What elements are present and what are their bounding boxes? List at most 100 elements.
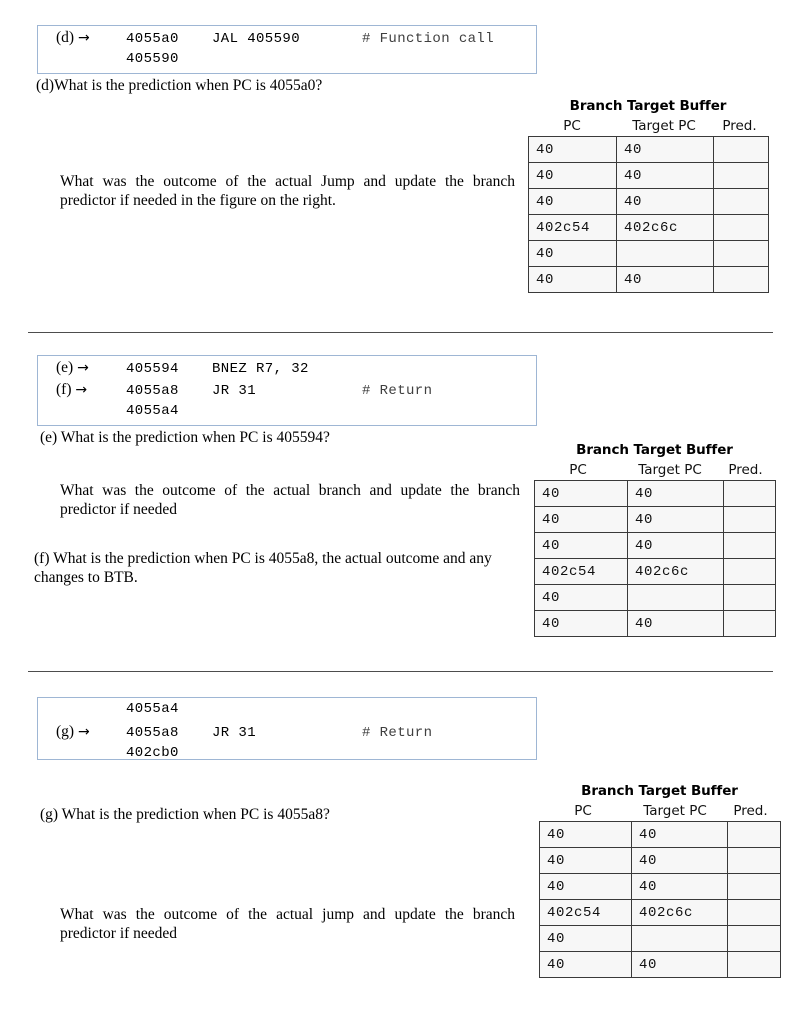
cell-pred[interactable] [727,925,781,952]
btb-grid: 40 40 40 40 40 40 402c54 402c6c 40 40 40 [539,821,781,978]
cell-pc[interactable]: 402c54 [539,899,632,926]
cell-pc[interactable]: 40 [534,532,628,559]
table-row: 40 40 [528,266,769,293]
cell-pred[interactable] [723,506,776,533]
cell-target-pc[interactable]: 40 [631,873,728,900]
code-line: 402cb0 [38,745,536,767]
btb-header-pred: Pred. [728,462,763,478]
code-line-tag: (e) → [38,359,126,377]
cell-target-pc[interactable]: 402c6c [631,899,728,926]
code-address: 4055a8 [126,725,179,741]
code-instruction: BNEZ R7, 32 [212,361,309,377]
cell-pred[interactable] [723,480,776,507]
cell-target-pc[interactable]: 402c6c [616,214,714,241]
code-line-label: (g) [56,723,75,740]
table-row: 402c54 402c6c [539,899,781,926]
cell-target-pc[interactable]: 40 [631,951,728,978]
code-address: 4055a8 [126,383,179,399]
code-comment: # Return [362,383,433,399]
table-row: 40 40 [528,188,769,215]
btb-header-pred: Pred. [722,118,757,134]
btb-table-d: Branch Target Buffer PC Target PC Pred. … [528,98,769,293]
cell-pred[interactable] [713,162,769,189]
cell-target-pc[interactable]: 40 [627,506,724,533]
cell-pred[interactable] [727,821,781,848]
cell-pc[interactable]: 402c54 [528,214,617,241]
code-comment: # Return [362,725,433,741]
cell-pc[interactable]: 40 [528,162,617,189]
table-row: 40 40 [528,136,769,163]
cell-pred[interactable] [713,214,769,241]
code-address: 402cb0 [126,745,179,761]
code-comment: # Function call [362,31,495,47]
table-row: 40 [528,240,769,267]
cell-pred[interactable] [713,136,769,163]
table-row: 40 40 [539,847,781,874]
table-row: 40 40 [534,506,776,533]
btb-header-row: PC Target PC Pred. [534,462,775,478]
cell-target-pc[interactable]: 40 [631,847,728,874]
arrow-icon: → [75,382,88,398]
cell-pc[interactable]: 40 [528,266,617,293]
table-row: 40 40 [534,610,776,637]
code-instruction: JR 31 [212,383,257,399]
cell-pc[interactable]: 40 [539,847,632,874]
cell-pc[interactable]: 40 [528,240,617,267]
cell-pc[interactable]: 40 [539,925,632,952]
document-page: (d) → 4055a0 JAL 405590 # Function call … [0,0,808,1024]
cell-target-pc[interactable]: 40 [616,188,714,215]
table-row: 40 40 [528,162,769,189]
cell-pred[interactable] [727,899,781,926]
cell-pred[interactable] [727,873,781,900]
cell-target-pc[interactable]: 40 [627,532,724,559]
code-box-g: 4055a4 (g) → 4055a8 JR 31 # Return 402cb… [37,697,537,761]
section-separator [28,671,773,672]
code-line: 4055a4 [38,403,536,425]
code-line-tag: (f) → [38,381,126,399]
cell-pred[interactable] [723,558,776,585]
cell-target-pc[interactable]: 402c6c [627,558,724,585]
cell-target-pc[interactable]: 40 [616,162,714,189]
cell-pred[interactable] [713,266,769,293]
cell-pc[interactable]: 402c54 [534,558,628,585]
cell-target-pc[interactable]: 40 [627,480,724,507]
table-row: 40 40 [539,821,781,848]
cell-target-pc[interactable]: 40 [631,821,728,848]
code-line: (g) → 4055a8 JR 31 # Return [38,723,536,745]
cell-target-pc[interactable]: 40 [627,610,724,637]
table-row: 40 40 [539,951,781,978]
code-address: 405594 [126,361,179,377]
btb-header-row: PC Target PC Pred. [539,803,780,819]
section-separator [28,332,773,333]
code-line-label: (d) [56,29,75,46]
cell-pred[interactable] [727,847,781,874]
code-line-tag: (d) → [38,29,126,47]
cell-pc[interactable]: 40 [528,188,617,215]
cell-pc[interactable]: 40 [534,584,628,611]
btb-header-pc: PC [569,462,587,478]
cell-target-pc[interactable] [627,584,724,611]
cell-pred[interactable] [713,188,769,215]
cell-pc[interactable]: 40 [534,506,628,533]
cell-pred[interactable] [713,240,769,267]
table-row: 40 [534,584,776,611]
cell-pred[interactable] [723,532,776,559]
btb-grid: 40 40 40 40 40 40 402c54 402c6c 40 40 40 [534,480,776,637]
cell-pc[interactable]: 40 [539,821,632,848]
cell-pred[interactable] [723,584,776,611]
cell-target-pc[interactable]: 40 [616,136,714,163]
cell-pc[interactable]: 40 [539,873,632,900]
cell-pc[interactable]: 40 [528,136,617,163]
arrow-icon: → [77,360,89,376]
cell-target-pc[interactable] [631,925,728,952]
code-line: (e) → 405594 BNEZ R7, 32 [38,359,536,381]
cell-pc[interactable]: 40 [534,610,628,637]
code-instruction: JAL 405590 [212,31,301,47]
cell-target-pc[interactable] [616,240,714,267]
table-row: 40 40 [534,532,776,559]
cell-pred[interactable] [727,951,781,978]
cell-pc[interactable]: 40 [534,480,628,507]
cell-pred[interactable] [723,610,776,637]
cell-target-pc[interactable]: 40 [616,266,714,293]
cell-pc[interactable]: 40 [539,951,632,978]
